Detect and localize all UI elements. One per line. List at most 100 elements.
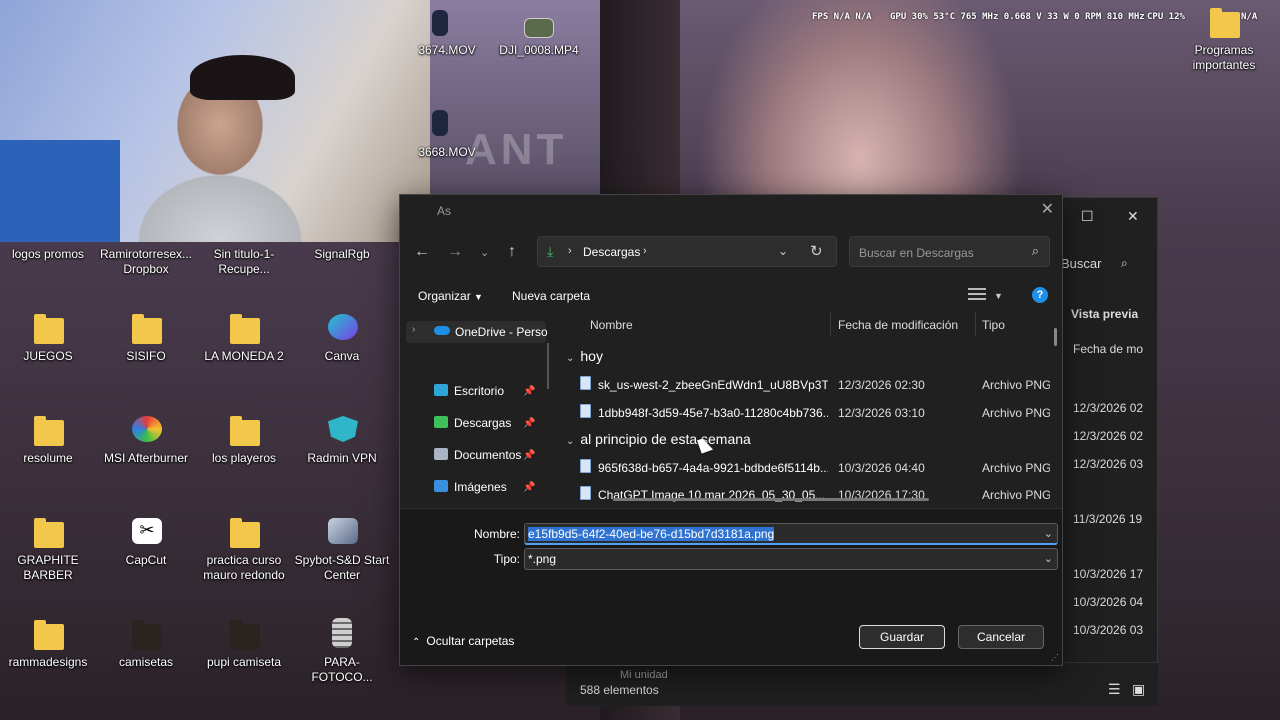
search-input[interactable]: Buscar en Descargas ⌕	[849, 236, 1050, 267]
chevron-right-icon[interactable]: ›	[643, 245, 647, 257]
nav-item-descargas[interactable]: Descargas	[434, 416, 511, 430]
search-label[interactable]: Buscar	[1061, 256, 1101, 271]
desktop-icon-label[interactable]: DJI_0008.MP4	[491, 43, 587, 58]
desktop-icon-label[interactable]: camisetas	[98, 655, 194, 670]
up-arrow-icon[interactable]: ↑	[508, 243, 516, 261]
desktop-icon-label[interactable]: 3674.MOV	[412, 43, 482, 58]
nav-item-imagenes[interactable]: Imágenes	[434, 480, 507, 494]
column-divider[interactable]	[830, 312, 831, 336]
desktop-icon-label[interactable]: SignalRgb	[294, 247, 390, 262]
filename-input[interactable]: e15fb9d5-64f2-40ed-be76-d15bd7d3181a.png…	[524, 523, 1058, 545]
forward-arrow-icon[interactable]: →	[447, 243, 463, 261]
back-arrow-icon[interactable]: ←	[414, 243, 430, 261]
pane-splitter[interactable]	[547, 343, 549, 389]
archive-icon[interactable]	[332, 618, 352, 648]
view-options-icon[interactable]	[968, 288, 986, 302]
desktop-icon-label[interactable]: GRAPHITE BARBER	[0, 553, 96, 583]
folder-icon[interactable]	[132, 314, 162, 344]
capcut-icon[interactable]: ✂	[132, 518, 162, 544]
chevron-down-icon[interactable]: ▼	[994, 291, 1003, 301]
desktop-icon-label[interactable]: pupi camiseta	[196, 655, 292, 670]
chevron-down-icon[interactable]: ⌄	[778, 244, 788, 258]
desktop-icon-label[interactable]: Programas importantes	[1176, 43, 1272, 73]
horizontal-scrollbar[interactable]	[613, 498, 929, 501]
date-header[interactable]: Fecha de mo	[1073, 342, 1143, 356]
desktop-icon-label[interactable]: practica curso mauro redondo	[196, 553, 292, 583]
msi-afterburner-icon[interactable]	[132, 416, 162, 442]
recent-chevron-icon[interactable]: ⌄	[480, 246, 489, 259]
nav-item-documentos[interactable]: Documentos	[434, 448, 521, 462]
radmin-vpn-icon[interactable]	[328, 416, 358, 442]
expand-icon[interactable]: ›	[412, 324, 415, 335]
hide-folders-toggle[interactable]: ⌃ Ocultar carpetas	[412, 634, 514, 648]
folder-icon[interactable]	[230, 416, 260, 446]
address-bar[interactable]: ⤓ › Descargas › ⌄ ↻	[537, 236, 837, 267]
folder-icon[interactable]	[230, 314, 260, 344]
chevron-right-icon[interactable]: ›	[568, 245, 572, 257]
video-file-icon[interactable]	[432, 110, 448, 136]
desktop-icon-label[interactable]: PARA-FOTOCO...	[294, 655, 390, 685]
nav-item-onedrive[interactable]: › OneDrive - Perso	[406, 321, 547, 343]
new-folder-button[interactable]: Nueva carpeta	[512, 289, 590, 303]
folder-icon[interactable]	[34, 416, 64, 446]
close-icon[interactable]: ✕	[1127, 208, 1139, 225]
folder-icon[interactable]	[34, 620, 64, 650]
canva-icon[interactable]	[328, 314, 358, 340]
file-row[interactable]: sk_us-west-2_zbeeGnEdWdn1_uU8BVp3T... 12…	[558, 372, 1058, 396]
video-file-icon[interactable]	[432, 10, 448, 36]
column-header-type[interactable]: Tipo	[982, 318, 1005, 332]
pin-icon[interactable]: 📌	[523, 418, 535, 429]
column-header-name[interactable]: Nombre	[590, 318, 633, 332]
desktop-icon-label[interactable]: SISIFO	[98, 349, 194, 364]
folder-icon[interactable]	[1210, 8, 1240, 38]
desktop-icon-label[interactable]: Spybot-S&D Start Center	[294, 553, 390, 583]
desktop-icon-label[interactable]: Sin titulo-1-Recupe...	[196, 247, 292, 277]
refresh-icon[interactable]: ↻	[810, 242, 823, 260]
search-icon[interactable]: ⌕	[1121, 256, 1128, 271]
maximize-icon[interactable]: ☐	[1081, 208, 1094, 225]
drive-label[interactable]: Mi unidad	[620, 669, 668, 681]
filetype-select[interactable]: *.png ⌄	[524, 548, 1058, 570]
help-icon[interactable]: ?	[1032, 287, 1048, 303]
details-view-icon[interactable]: ☰	[1108, 681, 1121, 698]
resize-grip-icon[interactable]: ⋰	[1051, 653, 1059, 662]
desktop-icon-label[interactable]: 3668.MOV	[412, 145, 482, 160]
desktop-icon-label[interactable]: JUEGOS	[0, 349, 96, 364]
group-header-today[interactable]: ⌄ hoy	[566, 348, 603, 364]
group-header-this-week[interactable]: ⌄ al principio de esta semana	[566, 431, 751, 447]
video-file-icon[interactable]	[524, 18, 554, 38]
desktop-icon-label[interactable]: CapCut	[98, 553, 194, 568]
chevron-down-icon[interactable]: ⌄	[1044, 527, 1053, 540]
vertical-scrollbar[interactable]	[1054, 328, 1057, 346]
desktop-icon-label[interactable]: LA MONEDA 2	[196, 349, 292, 364]
cancel-button[interactable]: Cancelar	[958, 625, 1044, 649]
folder-icon[interactable]	[230, 518, 260, 548]
nav-item-escritorio[interactable]: Escritorio	[434, 384, 504, 398]
folder-icon[interactable]	[34, 314, 64, 344]
folder-icon[interactable]	[132, 620, 162, 650]
spybot-icon[interactable]	[328, 518, 358, 544]
folder-icon[interactable]	[34, 518, 64, 548]
desktop-icon-label[interactable]: los playeros	[196, 451, 292, 466]
organize-menu[interactable]: Organizar ▼	[418, 289, 483, 303]
desktop-icon-label[interactable]: resolume	[0, 451, 96, 466]
folder-icon[interactable]	[230, 620, 260, 650]
search-icon[interactable]: ⌕	[1032, 243, 1039, 259]
save-button[interactable]: Guardar	[859, 625, 945, 649]
desktop-icon-label[interactable]: MSI Afterburner	[98, 451, 194, 466]
pin-icon[interactable]: 📌	[523, 482, 535, 493]
desktop-icon-label[interactable]: logos promos	[0, 247, 96, 262]
close-icon[interactable]: ✕	[1041, 199, 1054, 219]
column-header-modified[interactable]: Fecha de modificación	[838, 318, 958, 332]
tiles-view-icon[interactable]: ▣	[1132, 681, 1145, 698]
preview-label[interactable]: Vista previa	[1071, 307, 1138, 321]
chevron-down-icon[interactable]: ⌄	[1044, 552, 1053, 565]
pin-icon[interactable]: 📌	[523, 386, 535, 397]
desktop-icon-label[interactable]: Canva	[294, 349, 390, 364]
desktop-icon-label[interactable]: Ramirotorresex... Dropbox	[98, 247, 194, 277]
file-row[interactable]: 965f638d-b657-4a4a-9921-bdbde6f5114b... …	[558, 455, 1058, 479]
breadcrumb[interactable]: Descargas	[583, 245, 640, 259]
desktop-icon-label[interactable]: Radmin VPN	[294, 451, 390, 466]
file-row[interactable]: 1dbb948f-3d59-45e7-b3a0-11280c4bb736... …	[558, 400, 1058, 424]
desktop-icon-label[interactable]: rammadesigns	[0, 655, 96, 670]
